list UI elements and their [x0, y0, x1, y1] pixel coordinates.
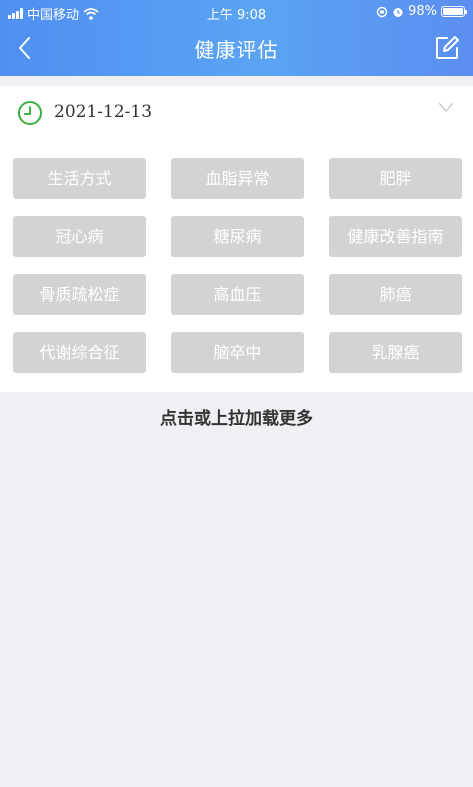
status-bar: 中国移动 上午 9:08 98%: [0, 0, 473, 24]
tag-button[interactable]: 生活方式: [13, 158, 146, 199]
battery-level: [443, 8, 463, 15]
tag-button[interactable]: 高血压: [171, 274, 304, 315]
tag-button[interactable]: 乳腺癌: [329, 332, 462, 373]
date-selector[interactable]: 2021-12-13: [0, 86, 473, 138]
load-more-button[interactable]: 点击或上拉加载更多: [0, 404, 473, 429]
edit-icon: [436, 36, 459, 59]
page-title: 健康评估: [194, 38, 279, 62]
clock-icon: [18, 101, 42, 125]
assessment-card: 2021-12-13 生活方式 血脂异常 肥胖 冠心病 糖尿病 健康改善指南 骨…: [0, 86, 473, 392]
battery-icon: [441, 6, 467, 17]
tag-button[interactable]: 代谢综合征: [13, 332, 146, 373]
tag-button[interactable]: 糖尿病: [171, 216, 304, 257]
chevron-down-icon: [438, 102, 454, 113]
tag-button[interactable]: 骨质疏松症: [13, 274, 146, 315]
tag-button[interactable]: 肥胖: [329, 158, 462, 199]
nav-bar: 健康评估: [0, 24, 473, 72]
rotation-lock-icon: [376, 6, 388, 17]
tag-button[interactable]: 血脂异常: [171, 158, 304, 199]
app-header: 中国移动 上午 9:08 98% 健康评估: [0, 0, 473, 76]
tag-button[interactable]: 脑卒中: [171, 332, 304, 373]
status-right: 98%: [376, 4, 467, 19]
selected-date: 2021-12-13: [54, 102, 153, 122]
tag-button[interactable]: 冠心病: [13, 216, 146, 257]
tag-button[interactable]: 肺癌: [329, 274, 462, 315]
alarm-icon: [393, 7, 403, 17]
battery-percent: 98%: [408, 4, 437, 19]
tag-button[interactable]: 健康改善指南: [329, 216, 462, 257]
edit-button[interactable]: [433, 34, 461, 62]
